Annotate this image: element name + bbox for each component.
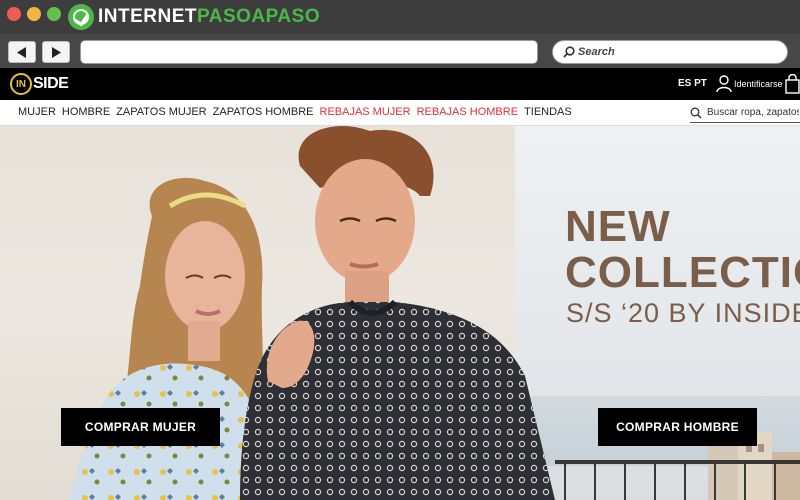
window-titlebar: INTERNETPASOAPASO	[0, 0, 800, 34]
checkmark-logo-icon	[68, 4, 94, 30]
hero-railing	[555, 460, 800, 500]
hero-headline-line2: COLLECTION	[565, 248, 800, 297]
inside-logo-badge: IN	[10, 73, 32, 95]
category-links: MUJER HOMBRE ZAPATOS MUJER ZAPATOS HOMBR…	[18, 106, 572, 118]
brand-wordmark: INTERNETPASOAPASO	[98, 6, 320, 28]
site-search	[690, 103, 800, 123]
brand-prefix: INTERNET	[98, 6, 197, 27]
inside-logo-word: SIDE	[33, 75, 69, 92]
site-search-input[interactable]	[702, 107, 799, 118]
browser-search-placeholder: Search	[578, 46, 615, 58]
nav-item-mujer[interactable]: MUJER	[18, 106, 56, 118]
inside-logo[interactable]: IN SIDE	[10, 72, 69, 96]
maximize-window-button[interactable]	[47, 7, 61, 21]
shop-men-button[interactable]: COMPRAR HOMBRE	[598, 408, 757, 446]
nav-item-hombre[interactable]: HOMBRE	[62, 106, 110, 118]
category-nav: MUJER HOMBRE ZAPATOS MUJER ZAPATOS HOMBR…	[0, 100, 800, 126]
search-icon	[563, 46, 575, 58]
minimize-window-button[interactable]	[27, 7, 41, 21]
brand-suffix: PASOAPASO	[197, 6, 321, 27]
internetpasoapaso-logo: INTERNETPASOAPASO	[68, 3, 320, 31]
arrow-left-icon	[17, 47, 26, 58]
address-bar[interactable]	[80, 40, 538, 64]
language-selector[interactable]: ES PT	[678, 78, 707, 89]
browser-toolbar: Search	[0, 34, 800, 68]
nav-item-tiendas[interactable]: TIENDAS	[524, 106, 572, 118]
nav-item-zapatos-mujer[interactable]: ZAPATOS MUJER	[116, 106, 206, 118]
hero-headline-line1: NEW	[565, 202, 671, 251]
back-button[interactable]	[8, 41, 36, 63]
search-icon	[690, 107, 702, 119]
forward-button[interactable]	[42, 41, 70, 63]
nav-item-rebajas-hombre[interactable]: REBAJAS HOMBRE	[417, 106, 518, 118]
hero-banner: NEW COLLECTION S/S ‘20 BY INSIDE COMPRAR…	[0, 126, 800, 500]
close-window-button[interactable]	[7, 7, 21, 21]
nav-item-zapatos-hombre[interactable]: ZAPATOS HOMBRE	[213, 106, 314, 118]
login-link[interactable]: Identificarse	[734, 79, 783, 89]
hero-headline: NEW COLLECTION	[565, 204, 800, 296]
nav-item-rebajas-mujer[interactable]: REBAJAS MUJER	[320, 106, 411, 118]
arrow-right-icon	[52, 47, 61, 58]
browser-search-field[interactable]: Search	[552, 40, 788, 64]
shopping-bag-icon[interactable]	[785, 74, 800, 94]
shop-women-button[interactable]: COMPRAR MUJER	[61, 408, 220, 446]
user-icon[interactable]	[716, 75, 732, 93]
site-header: IN SIDE ES PT Identificarse	[0, 68, 800, 100]
hero-subheadline: S/S ‘20 BY INSIDE	[566, 298, 800, 328]
